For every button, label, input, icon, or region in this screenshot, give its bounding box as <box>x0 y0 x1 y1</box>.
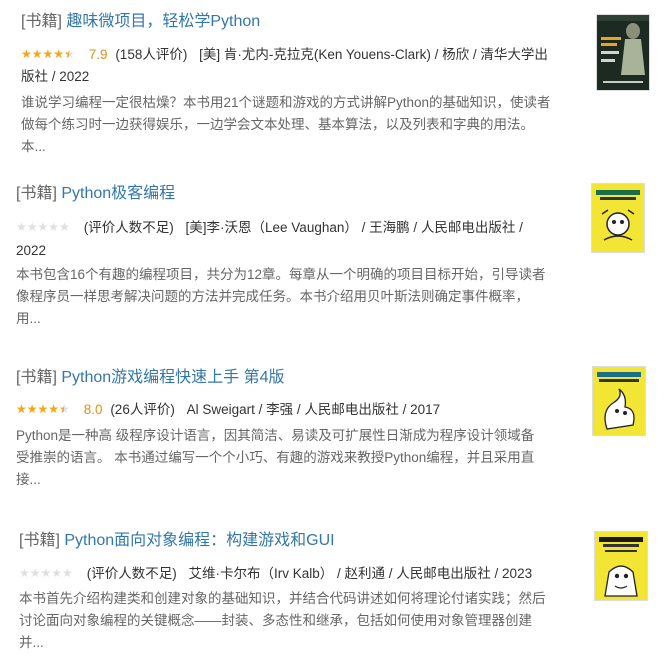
rating-line: ★★★★★★★★★★ (评价人数不足) [美]李·沃恩（Lee Vaughan）… <box>16 217 523 239</box>
rating-count: (评价人数不足) <box>83 220 174 235</box>
abstract-line: 用... <box>16 311 41 326</box>
abstract-line: 本书包含16个有趣的编程项目，共分为12章。每章从一个明确的项目目标开始，引导读… <box>16 267 546 282</box>
result-title: [书籍] Python游戏编程快速上手 第4版 <box>16 368 285 388</box>
abstract-line: 像程序员一样思考解决问题的方法并完成任务。本书介绍用贝叶斯法则确定事件概率， <box>16 289 529 304</box>
publication-info: [美]李·沃恩（Lee Vaughan） / 王海鹏 / 人民邮电出版社 / <box>185 220 523 235</box>
rating-count: (26人评价) <box>110 402 175 417</box>
abstract: 本书首先介绍构建类和创建对象的基础知识，并结合代码讲述如何将理论付诸实践；然后 … <box>19 588 589 654</box>
publication-info: [美] 肯·尤内-克拉克(Ken Youens-Clark) / 杨欣 / 清华… <box>199 47 548 62</box>
category-label: [书籍] <box>19 532 60 549</box>
abstract-line: 本... <box>21 139 46 154</box>
rating-count: (158人评价) <box>115 47 188 62</box>
star-rating-icon: ★★★★★★★★★★ <box>21 47 75 61</box>
rating-line: ★★★★★★★★★★ 8.0 (26人评价) Al Sweigart / 李强 … <box>16 399 440 421</box>
book-title-link[interactable]: Python极客编程 <box>61 185 175 202</box>
abstract: Python是一种高 级程序设计语言，因其简洁、易读及可扩展性日渐成为程序设计领… <box>16 425 586 491</box>
category-label: [书籍] <box>21 13 62 30</box>
publication-info-cont: 2022 <box>16 243 47 258</box>
star-rating-icon: ★★★★★★★★★★ <box>19 566 73 580</box>
result-title: [书籍] Python极客编程 <box>16 184 175 204</box>
star-rating-icon: ★★★★★★★★★★ <box>16 402 70 416</box>
star-rating-icon: ★★★★★★★★★★ <box>16 220 70 234</box>
search-result-1: [书籍] 趣味微项目，轻松学Python ★★★★★★★★★★ 7.9 (158… <box>0 0 667 165</box>
result-title: [书籍] Python面向对象编程：构建游戏和GUI <box>19 531 335 551</box>
book-cover-image[interactable] <box>592 366 646 436</box>
abstract-line: 做每个练习时一边获得娱乐，一边学会文本处理、基本算法，以及列表和字典的用法。 <box>21 117 534 132</box>
result-title: [书籍] 趣味微项目，轻松学Python <box>21 12 260 32</box>
abstract-line: 受推崇的语言。 本书通过编写一个个小巧、有趣的游戏来教授Python编程，并且采… <box>16 450 535 465</box>
abstract-line: 并... <box>19 635 44 650</box>
rating-score: 7.9 <box>88 47 108 62</box>
publication-info: Al Sweigart / 李强 / 人民邮电出版社 / 2017 <box>186 402 441 417</box>
rating-line: ★★★★★★★★★★ (评价人数不足) 艾维·卡尔布（Irv Kalb） / 赵… <box>19 563 532 585</box>
category-label: [书籍] <box>16 369 57 386</box>
abstract-line: 本书首先介绍构建类和创建对象的基础知识，并结合代码讲述如何将理论付诸实践；然后 <box>19 591 546 606</box>
rating-line: ★★★★★★★★★★ 7.9 (158人评价) [美] 肯·尤内-克拉克(Ken… <box>21 44 548 66</box>
abstract-line: 讨论面向对象编程的关键概念——封装、多态性和继承，包括如何使用对象管理器创建 <box>19 613 532 628</box>
abstract: 本书包含16个有趣的编程项目，共分为12章。每章从一个明确的项目目标开始，引导读… <box>16 264 586 330</box>
abstract: 谁说学习编程一定很枯燥？本书用21个谜题和游戏的方式讲解Python的基础知识，… <box>21 92 591 158</box>
publication-info: 艾维·卡尔布（Irv Kalb） / 赵利通 / 人民邮电出版社 / 2023 <box>188 566 533 581</box>
category-label: [书籍] <box>16 185 57 202</box>
book-cover-image[interactable] <box>594 531 648 601</box>
search-result-2: [书籍] Python极客编程 ★★★★★★★★★★ (评价人数不足) [美]李… <box>0 175 667 335</box>
abstract-line: 接... <box>16 472 41 487</box>
abstract-line: Python是一种高 级程序设计语言，因其简洁、易读及可扩展性日渐成为程序设计领… <box>16 428 535 443</box>
rating-count: (评价人数不足) <box>86 566 177 581</box>
publication-info-cont: 版社 / 2022 <box>21 69 90 84</box>
book-cover-image[interactable] <box>596 14 650 91</box>
rating-score: 8.0 <box>83 402 103 417</box>
search-result-3: [书籍] Python游戏编程快速上手 第4版 ★★★★★★★★★★ 8.0 (… <box>0 358 667 518</box>
book-title-link[interactable]: Python游戏编程快速上手 第4版 <box>61 369 284 386</box>
abstract-line: 谁说学习编程一定很枯燥？本书用21个谜题和游戏的方式讲解Python的基础知识，… <box>21 95 551 110</box>
search-result-4: [书籍] Python面向对象编程：构建游戏和GUI ★★★★★★★★★★ (评… <box>0 523 667 664</box>
book-title-link[interactable]: Python面向对象编程：构建游戏和GUI <box>64 532 334 549</box>
book-cover-image[interactable] <box>591 183 645 253</box>
book-title-link[interactable]: 趣味微项目，轻松学Python <box>66 13 260 30</box>
